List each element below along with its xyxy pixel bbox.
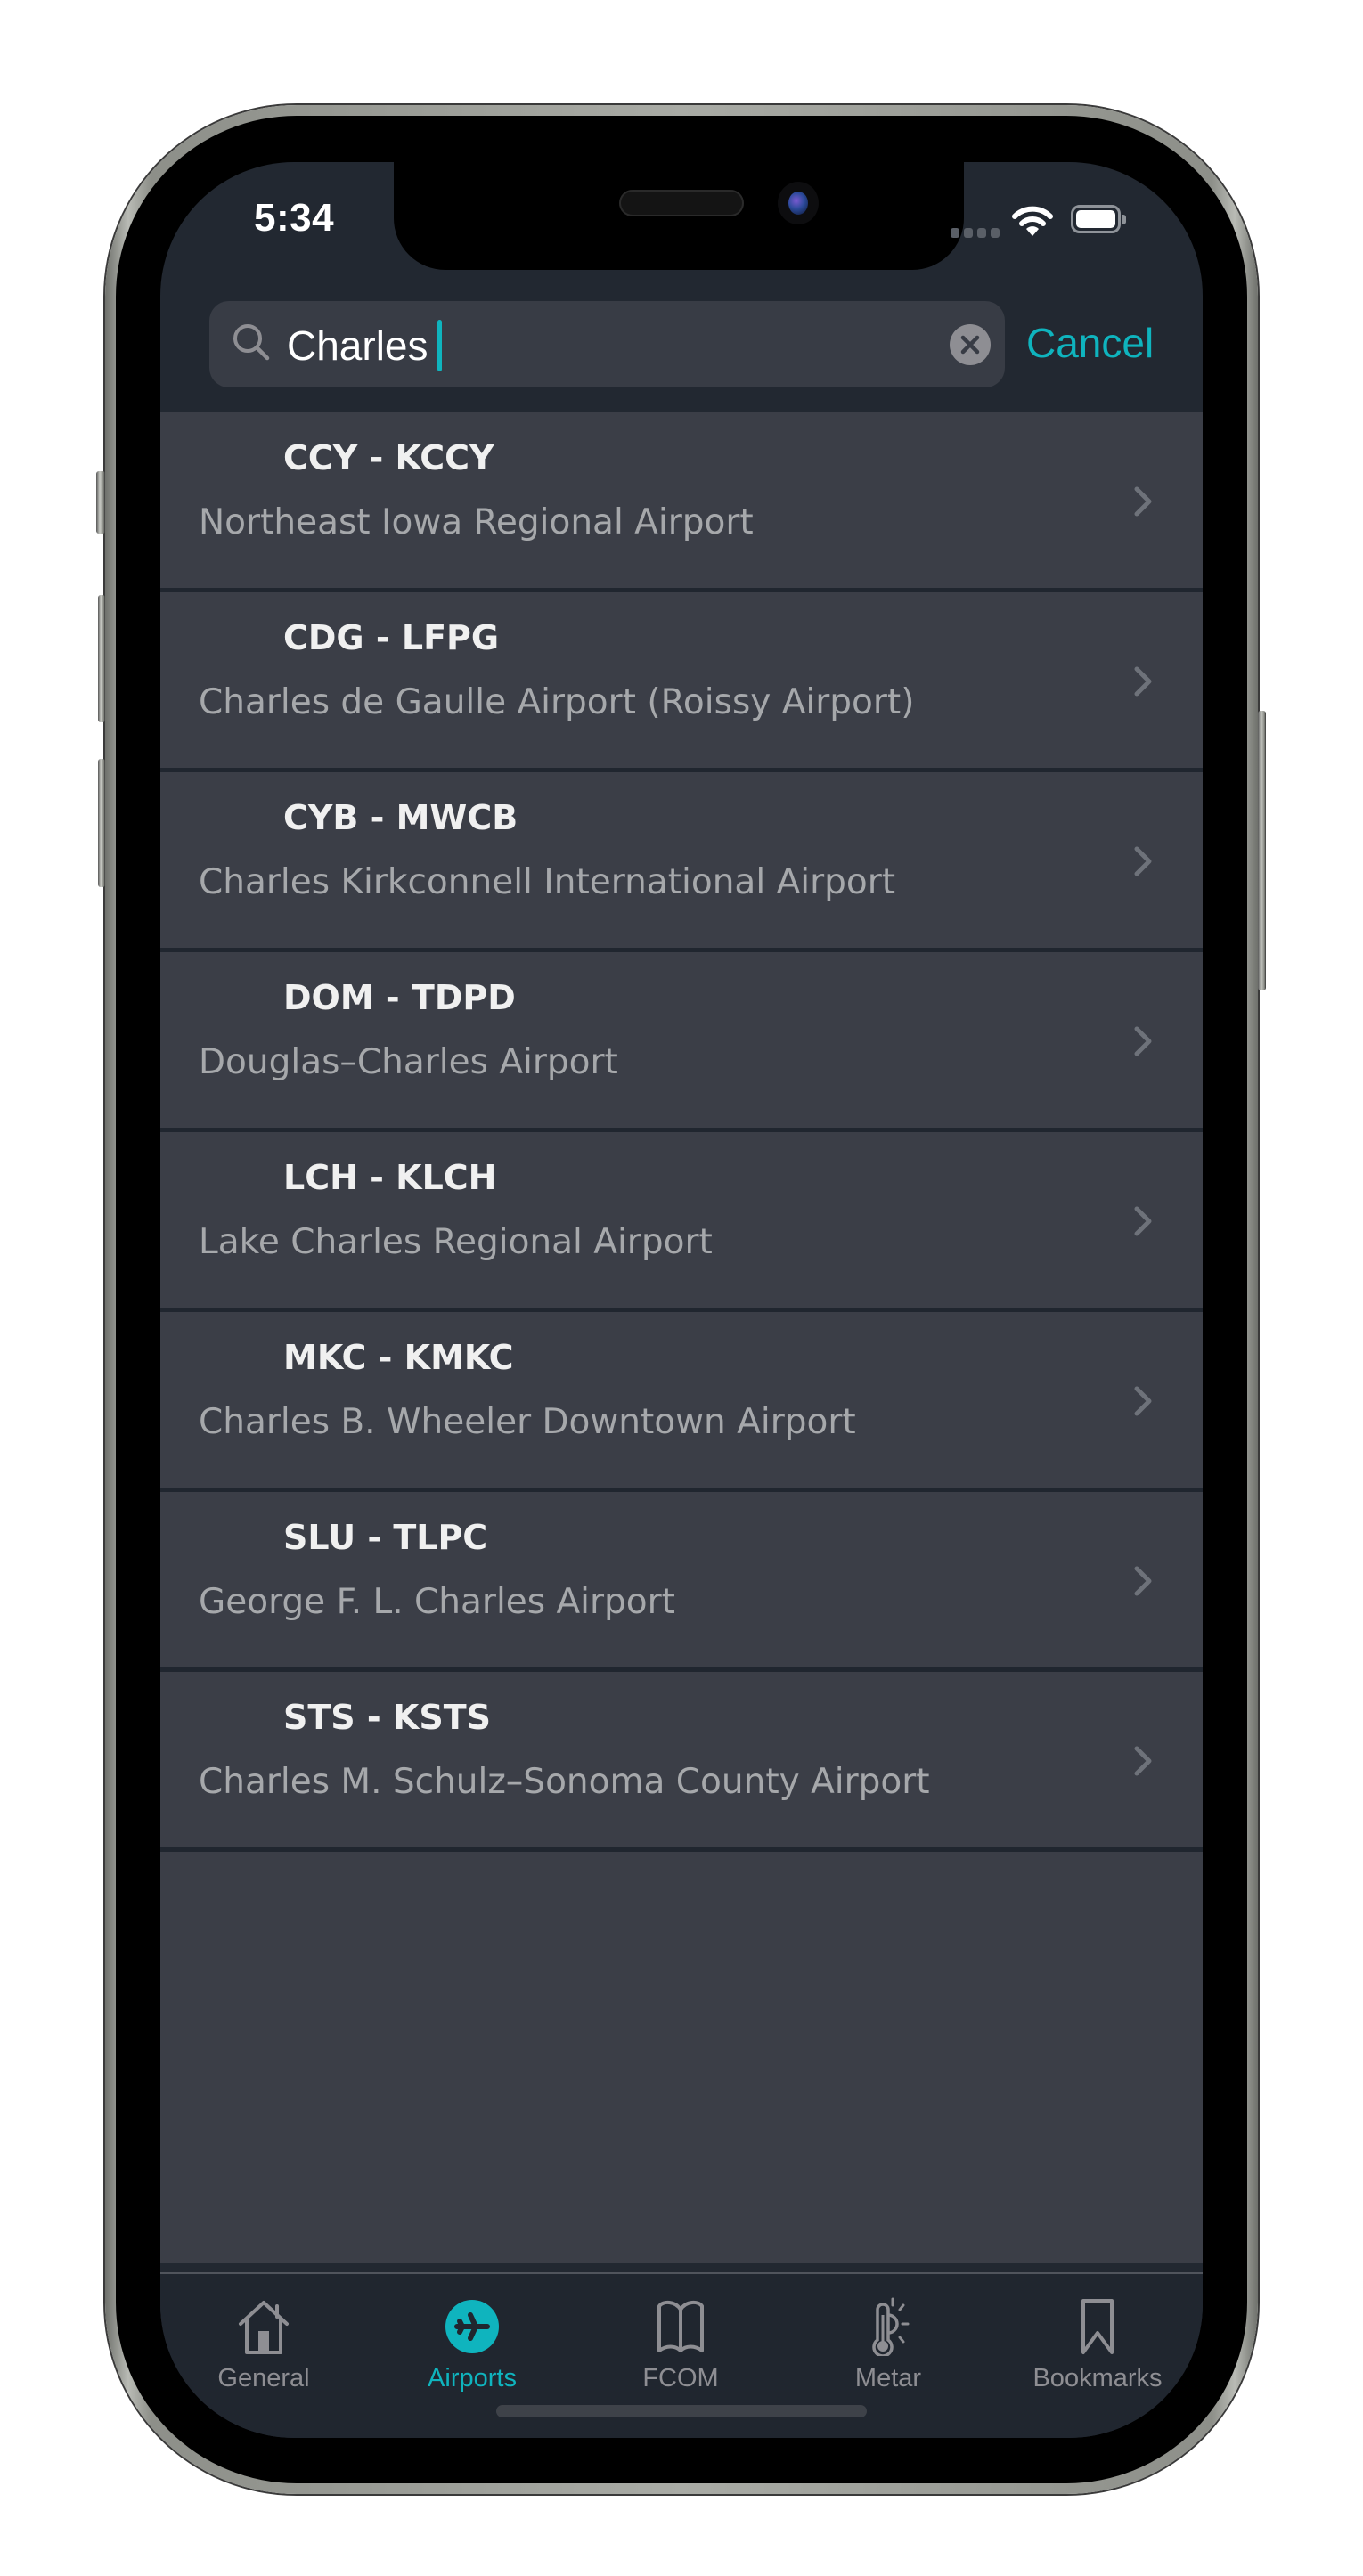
airport-codes: CYB - MWCB [283, 798, 518, 837]
list-item[interactable]: MKC - KMKC Charles B. Wheeler Downtown A… [160, 1312, 1203, 1492]
app-screen: 5:34 Charles Cancel CCY - KCCY Northeast… [160, 162, 1203, 2438]
chevron-right-icon [1134, 1386, 1152, 1416]
airport-codes: DOM - TDPD [283, 978, 516, 1017]
chevron-right-icon [1134, 486, 1152, 517]
battery-icon [1071, 205, 1121, 233]
search-input-value: Charles [287, 322, 428, 369]
airport-name: Charles B. Wheeler Downtown Airport [199, 1402, 856, 1442]
search-field[interactable]: Charles [209, 301, 1005, 387]
chevron-right-icon [1134, 1566, 1152, 1596]
volume-down-button [98, 759, 105, 887]
airplane-circle-icon [445, 2300, 499, 2353]
wifi-icon [1012, 206, 1053, 236]
house-icon [239, 2301, 289, 2354]
airport-name: Northeast Iowa Regional Airport [199, 502, 754, 542]
tab-label: Bookmarks [1032, 2364, 1163, 2393]
list-item[interactable]: CYB - MWCB Charles Kirkconnell Internati… [160, 772, 1203, 952]
airport-name: Charles de Gaulle Airport (Roissy Airpor… [199, 682, 915, 722]
list-item[interactable]: SLU - TLPC George F. L. Charles Airport [160, 1492, 1203, 1672]
airport-name: Charles M. Schulz–Sonoma County Airport [199, 1762, 930, 1802]
tab-label: FCOM [642, 2364, 719, 2393]
clear-x-icon [960, 335, 980, 355]
tab-label: Metar [854, 2364, 922, 2393]
thermometer-sun-icon [872, 2297, 910, 2356]
list-item[interactable]: LCH - KLCH Lake Charles Regional Airport [160, 1132, 1203, 1312]
tab-metar[interactable]: Metar [799, 2274, 977, 2399]
clear-search-button[interactable] [950, 324, 991, 365]
text-caret [437, 320, 442, 371]
list-item[interactable]: CDG - LFPG Charles de Gaulle Airport (Ro… [160, 592, 1203, 772]
open-book-icon [657, 2300, 704, 2352]
status-time: 5:34 [254, 196, 335, 240]
list-item[interactable]: STS - KSTS Charles M. Schulz–Sonoma Coun… [160, 1672, 1203, 1852]
tab-label: Airports [428, 2364, 517, 2393]
chevron-right-icon [1134, 1746, 1152, 1776]
search-input[interactable]: Charles [287, 320, 442, 371]
airport-name: Douglas–Charles Airport [199, 1042, 618, 1082]
chevron-right-icon [1134, 1206, 1152, 1236]
airport-codes: SLU - TLPC [283, 1518, 488, 1557]
search-results-list: CCY - KCCY Northeast Iowa Regional Airpo… [160, 412, 1203, 2263]
tab-bookmarks[interactable]: Bookmarks [1008, 2274, 1187, 2399]
chevron-right-icon [1134, 1026, 1152, 1056]
chevron-right-icon [1134, 846, 1152, 876]
bookmark-icon [1081, 2299, 1114, 2354]
airport-name: Lake Charles Regional Airport [199, 1222, 713, 1262]
airport-codes: LCH - KLCH [283, 1158, 497, 1197]
list-empty-area [160, 1852, 1203, 2263]
airport-name: Charles Kirkconnell International Airpor… [199, 862, 896, 902]
mute-switch [96, 471, 105, 534]
chevron-right-icon [1134, 666, 1152, 697]
earpiece-speaker [619, 190, 744, 216]
list-item[interactable]: CCY - KCCY Northeast Iowa Regional Airpo… [160, 412, 1203, 592]
airport-name: George F. L. Charles Airport [199, 1582, 675, 1622]
tab-fcom[interactable]: FCOM [592, 2274, 770, 2399]
tab-general[interactable]: General [175, 2274, 353, 2399]
volume-up-button [98, 595, 105, 722]
cellular-signal-icon [951, 228, 1000, 238]
tab-label: General [217, 2364, 310, 2393]
magnifying-glass-icon [233, 324, 270, 361]
list-item[interactable]: DOM - TDPD Douglas–Charles Airport [160, 952, 1203, 1132]
airport-codes: CDG - LFPG [283, 618, 500, 657]
camera-lens [788, 192, 808, 215]
home-indicator[interactable] [496, 2405, 867, 2417]
cancel-button[interactable]: Cancel [1026, 318, 1154, 368]
airport-codes: CCY - KCCY [283, 438, 494, 477]
airport-codes: STS - KSTS [283, 1698, 491, 1737]
tab-airports[interactable]: Airports [383, 2274, 561, 2399]
battery-tip [1122, 215, 1126, 224]
side-power-button [1258, 711, 1266, 990]
airport-codes: MKC - KMKC [283, 1338, 514, 1377]
